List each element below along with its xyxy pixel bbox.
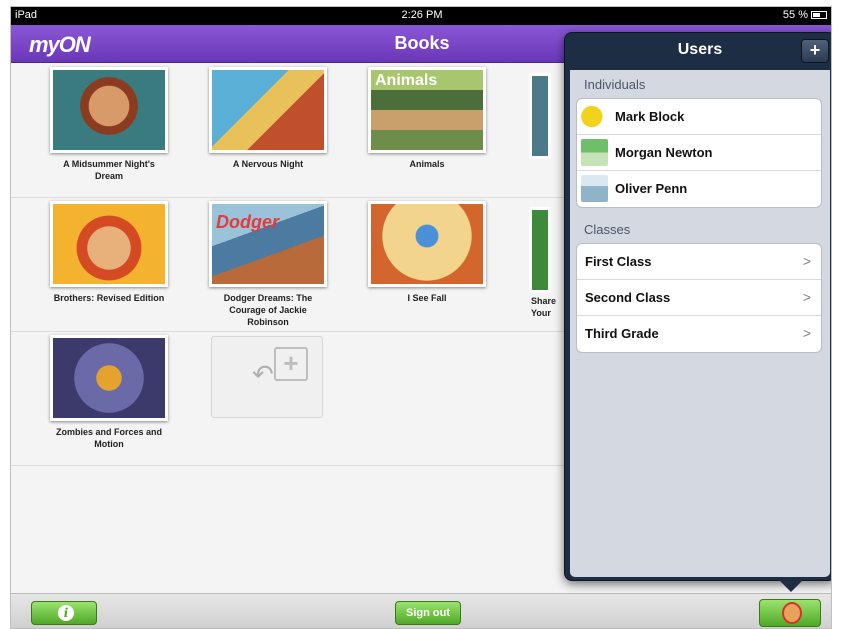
book-cover-partial[interactable] <box>529 73 551 159</box>
add-user-button[interactable]: + <box>801 39 829 63</box>
battery-icon <box>811 11 827 19</box>
class-name: Second Class <box>585 290 671 305</box>
class-name: First Class <box>585 254 652 269</box>
book-cover[interactable]: Dodger <box>209 201 327 287</box>
book-cover[interactable] <box>50 335 168 421</box>
section-label-classes: Classes <box>584 222 631 237</box>
book-item[interactable]: A Nervous Night <box>208 67 328 170</box>
return-arrow-icon: ↶ <box>252 359 274 389</box>
book-title: Zombies and Forces and Motion <box>55 427 163 449</box>
book-item[interactable]: Animals Animals <box>367 67 487 170</box>
ipad-screen: iPad 2:26 PM 55 % myON Books A Midsummer… <box>10 6 832 629</box>
status-time: 2:26 PM <box>401 9 443 21</box>
cover-title: Dodger <box>216 212 279 232</box>
user-avatar <box>581 175 608 202</box>
popover-body: Individuals Mark Block Morgan Newton Oli… <box>570 70 830 577</box>
sign-out-button[interactable]: Sign out <box>395 601 461 625</box>
book-title: A Midsummer Night's Dream <box>63 159 155 181</box>
list-item-class[interactable]: First Class > <box>577 244 821 280</box>
list-item-user[interactable]: Oliver Penn <box>577 171 821 207</box>
popover-arrow <box>779 580 803 592</box>
chevron-right-icon: > <box>802 289 811 305</box>
user-switch-button[interactable] <box>759 599 821 627</box>
book-cover[interactable] <box>368 201 486 287</box>
book-title: A Nervous Night <box>232 159 304 169</box>
info-icon: i <box>58 605 74 621</box>
book-item[interactable]: Brothers: Revised Edition <box>49 201 169 304</box>
user-avatar <box>581 139 608 166</box>
classes-list: First Class > Second Class > Third Grade… <box>576 243 822 353</box>
book-cover[interactable] <box>50 201 168 287</box>
status-bar: iPad 2:26 PM 55 % <box>11 7 831 25</box>
popover-title: Users <box>677 41 723 58</box>
list-item-class[interactable]: Third Grade > <box>577 316 821 352</box>
book-title: I See Fall <box>407 293 447 303</box>
user-name: Mark Block <box>615 109 685 124</box>
book-cover-partial[interactable] <box>529 207 551 293</box>
bottom-toolbar: i Sign out <box>11 593 831 628</box>
book-item[interactable]: A Midsummer Night's Dream <box>49 67 169 182</box>
cover-title: Animals <box>375 72 438 89</box>
chevron-right-icon: > <box>802 253 811 269</box>
individuals-list: Mark Block Morgan Newton Oliver Penn <box>576 98 822 208</box>
book-cover[interactable] <box>209 67 327 153</box>
class-name: Third Grade <box>585 326 659 341</box>
avatar-icon <box>782 602 802 624</box>
battery-indicator: 55 % <box>783 9 827 21</box>
users-popover: Users + Individuals Mark Block Morgan Ne… <box>564 32 831 581</box>
list-item-class[interactable]: Second Class > <box>577 280 821 316</box>
book-title: Animals <box>409 159 445 169</box>
book-item[interactable]: Zombies and Forces and Motion <box>49 335 169 450</box>
add-book-icon: + <box>274 347 308 381</box>
book-title: Brothers: Revised Edition <box>53 293 165 303</box>
user-name: Oliver Penn <box>615 181 688 196</box>
user-avatar <box>581 103 608 130</box>
popover-header: Users + <box>565 33 831 69</box>
book-cover[interactable]: Animals <box>368 67 486 153</box>
book-title-partial: Share Your <box>531 296 557 318</box>
add-book-button[interactable]: ↶ + <box>211 336 323 418</box>
battery-percent: 55 % <box>782 9 808 21</box>
book-item[interactable]: I See Fall <box>367 201 487 304</box>
book-item[interactable]: Dodger Dodger Dreams: The Courage of Jac… <box>208 201 328 328</box>
chevron-right-icon: > <box>802 325 811 341</box>
book-title: Dodger Dreams: The Courage of Jackie Rob… <box>223 293 313 327</box>
user-name: Morgan Newton <box>615 145 713 160</box>
book-cover[interactable] <box>50 67 168 153</box>
section-label-individuals: Individuals <box>584 77 646 92</box>
info-button[interactable]: i <box>31 601 97 625</box>
list-item-user[interactable]: Morgan Newton <box>577 135 821 171</box>
list-item-user[interactable]: Mark Block <box>577 99 821 135</box>
